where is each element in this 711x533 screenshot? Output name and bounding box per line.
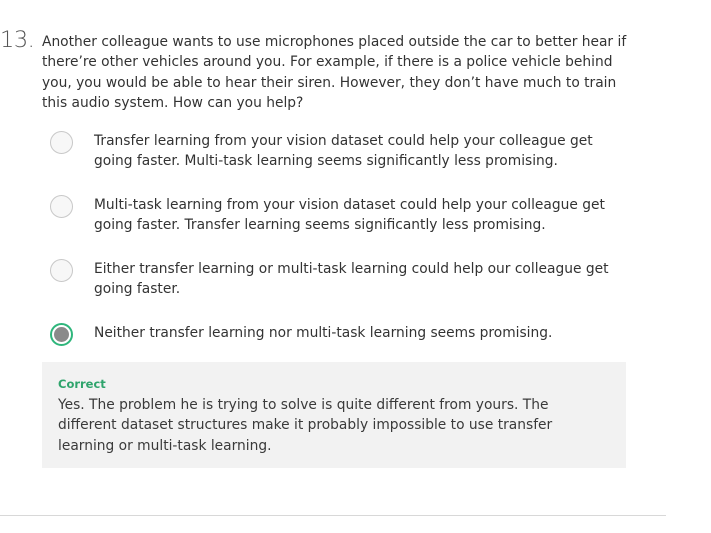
- feedback-panel: Correct Yes. The problem he is trying to…: [42, 362, 626, 468]
- answer-option-label: Multi-task learning from your vision dat…: [94, 197, 605, 234]
- answer-option-label: Transfer learning from your vision datas…: [94, 133, 593, 170]
- radio-button-1[interactable]: [50, 131, 73, 154]
- quiz-page: 13. Another colleague wants to use micro…: [0, 0, 711, 533]
- answer-option-label: Neither transfer learning nor multi-task…: [94, 325, 553, 341]
- radio-selected-dot: [54, 327, 69, 342]
- answer-option-label: Either transfer learning or multi-task l…: [94, 261, 609, 298]
- radio-button-2[interactable]: [50, 195, 73, 218]
- section-divider: [0, 515, 666, 516]
- radio-button-4-selected[interactable]: [50, 323, 73, 346]
- radio-button-3[interactable]: [50, 259, 73, 282]
- answer-option-2[interactable]: Multi-task learning from your vision dat…: [50, 195, 630, 236]
- feedback-status: Correct: [58, 377, 106, 391]
- feedback-text: Yes. The problem he is trying to solve i…: [58, 397, 553, 454]
- answer-option-1[interactable]: Transfer learning from your vision datas…: [50, 131, 630, 172]
- question-text: Another colleague wants to use microphon…: [42, 34, 627, 111]
- question-number: 13.: [0, 27, 35, 53]
- answer-option-4[interactable]: Neither transfer learning nor multi-task…: [50, 323, 630, 346]
- answer-option-3[interactable]: Either transfer learning or multi-task l…: [50, 259, 630, 300]
